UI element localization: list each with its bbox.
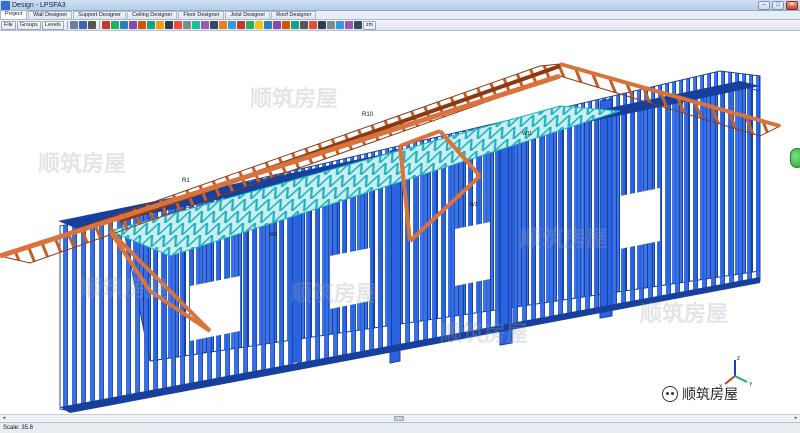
watermark-2: 顺筑房屋 (250, 86, 338, 112)
toolbar: File Groups Levels zm (0, 20, 800, 31)
tool-icon-14[interactable] (218, 21, 227, 29)
scroll-left-icon[interactable]: ◂ (0, 415, 8, 422)
framing-model[interactable]: R10 R1 W1 W11 W3 顺筑房屋 顺筑房屋 顺筑房屋 顺筑房屋 顺筑房… (0, 31, 800, 414)
tool-icon-26[interactable] (326, 21, 335, 29)
minimize-button[interactable]: – (758, 1, 770, 10)
tool-icon-7[interactable] (155, 21, 164, 29)
tab-wall-designer[interactable]: Wall Designer (28, 11, 73, 19)
brand-logo: 顺筑房屋 (662, 384, 738, 404)
axis-y-label: Y (749, 382, 753, 388)
tool-icon-15[interactable] (227, 21, 236, 29)
tool-icon-24[interactable] (308, 21, 317, 29)
watermark-1: 顺筑房屋 (38, 151, 126, 177)
tool-icon-28[interactable] (344, 21, 353, 29)
title-bar: Design - LPSFA3 – □ ✕ (0, 0, 800, 11)
tool-icon-2[interactable] (110, 21, 119, 29)
tool-icon-6[interactable] (146, 21, 155, 29)
tool-icon-27[interactable] (335, 21, 344, 29)
designer-tabs: Project Wall Designer Support Designer C… (0, 10, 800, 20)
zoom-icon[interactable] (353, 21, 362, 29)
tab-ceiling-designer[interactable]: Ceiling Designer (126, 11, 178, 19)
tab-floor-designer[interactable]: Floor Designer (178, 11, 225, 19)
label-w11: W11 (522, 131, 532, 137)
window-controls: – □ ✕ (758, 1, 798, 10)
tab-support-designer[interactable]: Support Designer (73, 11, 126, 19)
scale-readout: Scale: 35.6 (3, 425, 34, 431)
tool-icon-23[interactable] (299, 21, 308, 29)
label-w3: W3 (470, 202, 478, 208)
tool-icon-20[interactable] (272, 21, 281, 29)
maximize-button[interactable]: □ (772, 1, 784, 10)
side-panel-toggle[interactable] (790, 148, 800, 168)
tool-icon-19[interactable] (263, 21, 272, 29)
tool-icon-9[interactable] (173, 21, 182, 29)
tool-icon-5[interactable] (137, 21, 146, 29)
file-button[interactable]: File (1, 20, 16, 30)
tool-icon-22[interactable] (290, 21, 299, 29)
app-icon (1, 0, 10, 10)
label-r10: R10 (362, 112, 374, 118)
status-bar: Scale: 35.6 (0, 422, 800, 433)
watermark-5: 顺筑房屋 (520, 226, 608, 252)
tool-icon-8[interactable] (164, 21, 173, 29)
tool-icon-16[interactable] (236, 21, 245, 29)
brand-text: 顺筑房屋 (682, 387, 738, 403)
tool-icon-3[interactable] (119, 21, 128, 29)
tool-icon-4[interactable] (128, 21, 137, 29)
tool-icon-10[interactable] (182, 21, 191, 29)
watermark-4: 顺筑房屋 (290, 281, 378, 307)
zoom-button[interactable]: zm (362, 20, 377, 30)
label-w1: W1 (270, 232, 278, 238)
watermark-6: 顺筑房屋 (640, 301, 728, 327)
house-icon[interactable] (69, 21, 78, 29)
horizontal-scrollbar[interactable]: ◂ ▸ (0, 414, 800, 422)
watermark-3: 顺筑房屋 (80, 276, 168, 302)
tool-icon-12[interactable] (200, 21, 209, 29)
tool-icon-13[interactable] (209, 21, 218, 29)
tab-joist-designer[interactable]: Joist Designer (225, 11, 271, 19)
label-r1: R1 (182, 178, 190, 184)
toolbar-separator (98, 21, 100, 29)
tool-icon-17[interactable] (245, 21, 254, 29)
tab-project[interactable]: Project (0, 10, 28, 19)
model-viewport[interactable]: R10 R1 W1 W11 W3 顺筑房屋 顺筑房屋 顺筑房屋 顺筑房屋 顺筑房… (0, 31, 800, 414)
close-button[interactable]: ✕ (786, 1, 798, 10)
axis-z-label: Z (737, 356, 740, 362)
window-title: Design - LPSFA3 (12, 1, 66, 9)
scroll-thumb[interactable] (394, 416, 404, 421)
tab-roof-designer[interactable]: Roof Designer (271, 11, 317, 19)
groups-button[interactable]: Groups (16, 20, 41, 30)
pointer-icon[interactable] (78, 21, 87, 29)
tool-icon-11[interactable] (191, 21, 200, 29)
tool-icon-21[interactable] (281, 21, 290, 29)
tool-icon-1[interactable] (101, 21, 110, 29)
levels-button[interactable]: Levels (41, 20, 64, 30)
tool-icon-18[interactable] (254, 21, 263, 29)
heart-icon[interactable] (87, 21, 96, 29)
toolbar-separator (66, 21, 68, 29)
watermark-7: 顺筑房屋 (440, 321, 528, 347)
brand-icon (662, 386, 678, 402)
tool-icon-25[interactable] (317, 21, 326, 29)
scroll-right-icon[interactable]: ▸ (792, 415, 800, 422)
